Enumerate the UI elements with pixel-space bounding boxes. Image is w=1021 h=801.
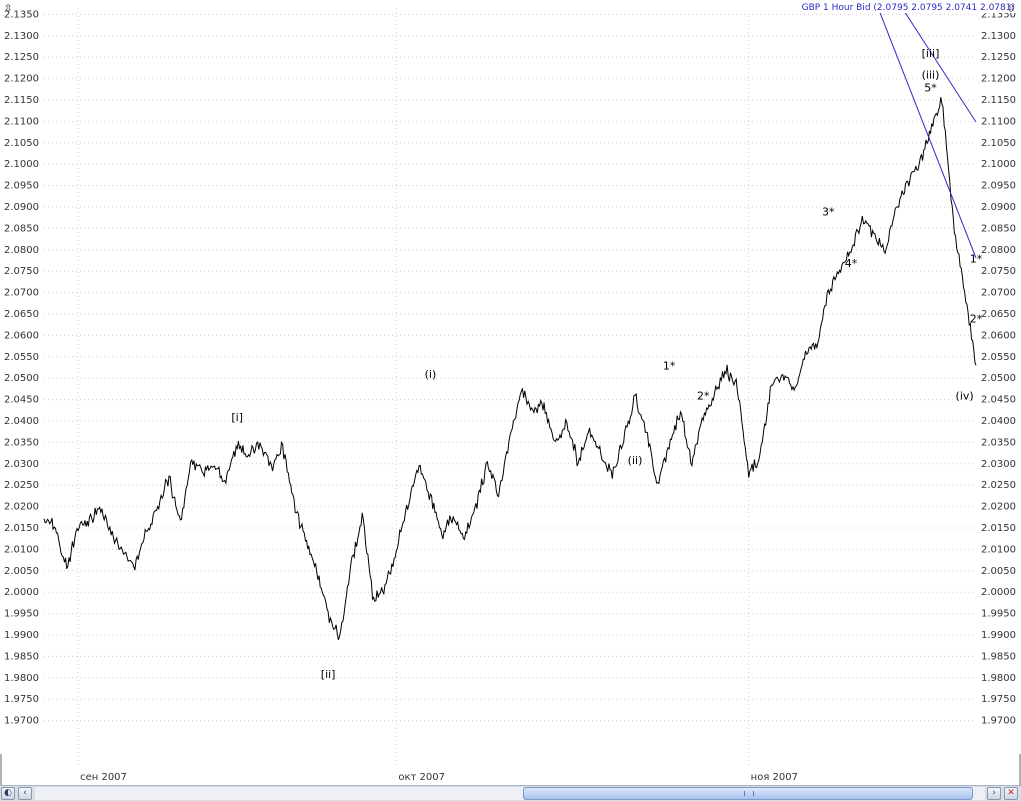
- wave-label: 1*: [970, 253, 983, 266]
- y-tick-label-right: 2.0450: [981, 395, 1016, 406]
- y-tick-label-left: 2.1200: [4, 74, 39, 85]
- y-tick-label-left: 2.1050: [4, 138, 39, 149]
- y-tick-label-left: 2.0800: [4, 245, 39, 256]
- y-tick-label-right: 2.1050: [981, 138, 1016, 149]
- wave-label: (i): [425, 368, 437, 381]
- y-tick-label-left: 2.0150: [4, 523, 39, 534]
- y-tick-label-right: 2.0500: [981, 373, 1016, 384]
- wave-label: 4*: [845, 257, 858, 270]
- y-tick-label-right: 2.0750: [981, 266, 1016, 277]
- wave-label: 5*: [924, 81, 937, 94]
- y-tick-label-right: 2.1200: [981, 74, 1016, 85]
- y-tick-label-right: 2.0550: [981, 352, 1016, 363]
- y-tick-label-right: 2.0050: [981, 566, 1016, 577]
- chart-window: 1.9700 1.9750 1.9800 1.9850 1.9900 1.9950 2.00…: [0, 0, 1021, 801]
- scrollbar-track[interactable]: [35, 787, 985, 800]
- y-tick-label-left: 2.0050: [4, 566, 39, 577]
- y-tick-label-right: 2.0200: [981, 502, 1016, 513]
- y-tick-label-right: 2.1000: [981, 159, 1016, 170]
- wave-label: 2*: [970, 313, 983, 326]
- y-tick-label-right: 2.0350: [981, 437, 1016, 448]
- grip-icon: [744, 791, 754, 796]
- y-tick-label-left: 2.0850: [4, 223, 39, 234]
- wave-label: [i]: [231, 411, 243, 424]
- y-tick-label-right: 1.9800: [981, 673, 1016, 684]
- y-tick-label-left: 2.0400: [4, 416, 39, 427]
- wave-label: (ii): [628, 454, 643, 467]
- wave-label: [iii]: [922, 47, 940, 60]
- y-tick-label-right: 1.9700: [981, 716, 1016, 727]
- y-tick-label-left: 1.9850: [4, 651, 39, 662]
- y-tick-label-left: 2.0550: [4, 352, 39, 363]
- chart-settings-icon[interactable]: ◐: [1, 787, 15, 800]
- y-tick-label-left: 2.1300: [4, 31, 39, 42]
- y-tick-label-left: 2.0600: [4, 330, 39, 341]
- price-chart[interactable]: 1.9700 1.9750 1.9800 1.9850 1.9900 1.9950 2.00…: [0, 0, 1021, 785]
- y-tick-label-right: 2.1150: [981, 95, 1016, 106]
- y-tick-label-left: 2.0000: [4, 587, 39, 598]
- scroll-right-button[interactable]: ›: [987, 787, 1001, 800]
- y-tick-label-right: 2.0850: [981, 223, 1016, 234]
- y-tick-label-right: 1.9900: [981, 630, 1016, 641]
- y-tick-label-right: 2.0000: [981, 587, 1016, 598]
- y-tick-label-right: 2.0100: [981, 544, 1016, 555]
- wave-label: 2*: [697, 390, 710, 403]
- y-tick-label-left: 1.9900: [4, 630, 39, 641]
- y-tick-label-left: 2.0500: [4, 373, 39, 384]
- wave-label: [ii]: [321, 668, 336, 681]
- y-tick-label-right: 2.1100: [981, 116, 1016, 127]
- y-tick-label-left: 1.9800: [4, 673, 39, 684]
- y-tick-label-left: 1.9750: [4, 694, 39, 705]
- y-tick-label-left: 1.9950: [4, 609, 39, 620]
- y-tick-label-left: 2.0100: [4, 544, 39, 555]
- y-tick-label-left: 2.0300: [4, 459, 39, 470]
- y-tick-label-left: 2.0350: [4, 437, 39, 448]
- y-tick-label-right: 2.0950: [981, 181, 1016, 192]
- y-tick-label-left: 1.9700: [4, 716, 39, 727]
- y-tick-label-right: 2.0150: [981, 523, 1016, 534]
- y-tick-label-right: 2.1300: [981, 31, 1016, 42]
- y-tick-label-left: 2.0950: [4, 181, 39, 192]
- close-icon[interactable]: ✕: [1004, 787, 1018, 800]
- scale-arrows-icon[interactable]: ⇳: [1, 2, 15, 16]
- wave-label: (iii): [922, 69, 940, 82]
- wave-label: 1*: [663, 360, 676, 373]
- y-tick-label-right: 2.0400: [981, 416, 1016, 427]
- y-tick-label-right: 2.0650: [981, 309, 1016, 320]
- y-tick-label-left: 2.1150: [4, 95, 39, 106]
- x-tick-label: ноя 2007: [751, 772, 798, 783]
- y-tick-label-right: 2.0600: [981, 330, 1016, 341]
- chart-legend-title: GBP 1 Hour Bid (2.0795 2.0795 2.0741 2.0…: [802, 3, 1015, 13]
- wave-label: 3*: [822, 206, 835, 219]
- y-tick-label-left: 2.1250: [4, 52, 39, 63]
- y-tick-label-left: 2.0650: [4, 309, 39, 320]
- y-tick-label-right: 1.9750: [981, 694, 1016, 705]
- x-tick-label: окт 2007: [398, 772, 445, 783]
- wave-label: (iv): [956, 390, 974, 403]
- y-tick-label-right: 1.9850: [981, 651, 1016, 662]
- scale-arrows-icon[interactable]: ⇳: [1004, 2, 1018, 16]
- scroll-left-button[interactable]: ‹: [18, 787, 32, 800]
- y-tick-label-left: 2.0250: [4, 480, 39, 491]
- y-tick-label-left: 2.0200: [4, 502, 39, 513]
- y-tick-label-right: 2.1250: [981, 52, 1016, 63]
- y-tick-label-left: 2.1100: [4, 116, 39, 127]
- x-tick-label: сен 2007: [80, 772, 127, 783]
- y-tick-label-left: 2.0750: [4, 266, 39, 277]
- y-tick-label-left: 2.0450: [4, 395, 39, 406]
- y-tick-label-right: 2.0700: [981, 288, 1016, 299]
- scrollbar-thumb[interactable]: [523, 787, 973, 800]
- y-tick-label-left: 2.0900: [4, 202, 39, 213]
- y-tick-label-right: 2.0900: [981, 202, 1016, 213]
- horizontal-scrollbar[interactable]: ◐ ‹ › ✕: [0, 785, 1021, 801]
- y-tick-label-right: 2.0300: [981, 459, 1016, 470]
- y-tick-label-right: 2.0800: [981, 245, 1016, 256]
- y-tick-label-left: 2.1000: [4, 159, 39, 170]
- y-tick-label-left: 2.0700: [4, 288, 39, 299]
- y-tick-label-right: 1.9950: [981, 609, 1016, 620]
- y-tick-label-right: 2.0250: [981, 480, 1016, 491]
